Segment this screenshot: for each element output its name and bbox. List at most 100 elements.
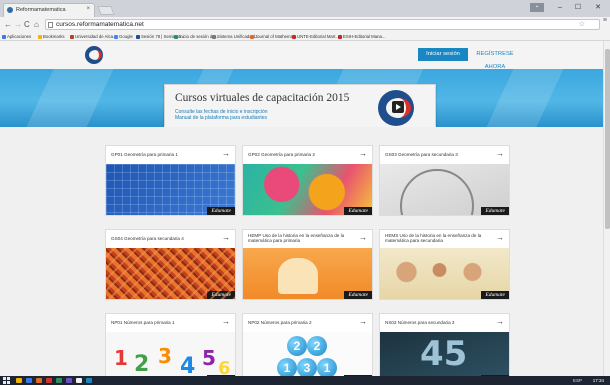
register-button[interactable]: REGÍSTRESE AHORA <box>470 48 520 70</box>
taskbar-app-icon[interactable] <box>36 378 42 383</box>
course-title: GP02 Geometría para primaria 2 <box>248 152 315 157</box>
course-card-header[interactable]: HEMP Uso de la historia en la enseñanza … <box>243 230 372 248</box>
course-image[interactable]: Edumate <box>380 248 509 299</box>
arrow-right-icon[interactable]: → <box>359 234 367 242</box>
number-graphic: 5 <box>202 346 216 370</box>
course-card[interactable]: NP01 Números para primaria 1 → 123456Eduma… <box>105 313 236 376</box>
arrow-right-icon[interactable]: → <box>222 150 230 158</box>
maximize-button[interactable]: ☐ <box>570 2 586 13</box>
arrow-right-icon[interactable]: → <box>359 150 367 158</box>
course-card[interactable]: GS04 Geometría para secundaria 4 → Edumate <box>105 229 236 300</box>
hero-banner: Cursos virtuales de capacitación 2015 Co… <box>0 69 603 127</box>
course-card[interactable]: NP02 Números para primaria 2 → 22131Edumat… <box>242 313 373 376</box>
bookmark-label: ESIH-Editorial Mana... <box>343 34 386 39</box>
page-scrollbar[interactable] <box>603 41 610 376</box>
course-card[interactable]: GP02 Geometría para primaria 2 → Edumate <box>242 145 373 216</box>
course-card-header[interactable]: GP01 Geometría para primaria 1 → <box>106 146 235 164</box>
course-title: GS04 Geometría para secundaria 4 <box>111 236 184 241</box>
arrow-right-icon[interactable]: → <box>496 150 504 158</box>
minimize-button[interactable]: – <box>552 2 568 13</box>
bookmark-icon <box>212 34 216 39</box>
course-card-header[interactable]: NP01 Números para primaria 1 → <box>106 314 235 332</box>
course-card-header[interactable]: GP02 Geometría para primaria 2 → <box>243 146 372 164</box>
site-logo-icon[interactable] <box>85 46 103 64</box>
taskbar-app-icon[interactable] <box>86 378 92 383</box>
bookmark-item[interactable]: ESIH-Editorial Mana... <box>338 34 386 39</box>
tab-title: Reformamatematica <box>16 7 66 13</box>
home-button[interactable]: ⌂ <box>34 19 39 30</box>
course-card-header[interactable]: GS04 Geometría para secundaria 4 → <box>106 230 235 248</box>
course-card-header[interactable]: HEMS Uso de la historia en la enseñanza … <box>380 230 509 248</box>
bookmark-icon <box>2 34 6 39</box>
bookmark-item[interactable]: Aplicaciones <box>2 34 31 39</box>
course-card[interactable]: GS03 Geometría para secundaria 3 → Edumate <box>379 145 510 216</box>
bookmark-label: Journal of Mathema... <box>255 34 297 39</box>
number-ball-graphic: 3 <box>297 358 317 376</box>
course-title: NP01 Números para primaria 1 <box>111 320 175 325</box>
browser-menu-icon[interactable]: ≡ <box>603 17 607 24</box>
bookmark-item[interactable]: Bookmarks <box>38 34 65 39</box>
taskbar-app-icon[interactable] <box>56 378 62 383</box>
play-video-icon[interactable] <box>392 101 404 113</box>
bookmark-icon <box>136 34 140 39</box>
login-button[interactable]: Iniciar sesión <box>418 48 468 61</box>
course-card[interactable]: HEMP Uso de la historia en la enseñanza … <box>242 229 373 300</box>
profile-button[interactable]: ▪ <box>530 3 544 12</box>
bookmark-label: UNTE-Editorial Mart... <box>297 34 340 39</box>
tray-language[interactable]: ESP <box>573 377 582 384</box>
forward-button[interactable]: → <box>14 19 22 30</box>
edumate-badge: Edumate <box>344 291 372 299</box>
hero-title: Cursos virtuales de capacitación 2015 <box>175 92 350 104</box>
manual-link[interactable]: Manual de la plataforma para estudiantes <box>175 115 267 121</box>
back-button[interactable]: ← <box>4 19 12 30</box>
course-image[interactable]: Edumate <box>243 248 372 299</box>
course-card-header[interactable]: NP02 Números para primaria 2 → <box>243 314 372 332</box>
arrow-right-icon[interactable]: → <box>496 318 504 326</box>
arrow-right-icon[interactable]: → <box>222 234 230 242</box>
taskbar-app-icon[interactable] <box>66 378 72 383</box>
edumate-badge: Edumate <box>207 207 235 215</box>
course-image[interactable]: Edumate <box>106 248 235 299</box>
browser-tab[interactable]: Reformamatematica × <box>3 3 95 17</box>
bookmark-icon <box>292 34 296 39</box>
course-card-header[interactable]: NS03 Números para secundaria 3 → <box>380 314 509 332</box>
bookmark-item[interactable]: Universidad de Alca... <box>70 34 117 39</box>
hero-card: Cursos virtuales de capacitación 2015 Co… <box>164 84 436 127</box>
taskbar-app-icon[interactable] <box>16 378 22 383</box>
browser-tab-bar: Reformamatematica × ▪ – ☐ ✕ <box>0 0 610 17</box>
address-bar[interactable]: cursos.reformamatematica.net ☆ <box>45 19 600 30</box>
arrow-right-icon[interactable]: → <box>496 234 504 242</box>
number-ball-graphic: 2 <box>307 336 327 356</box>
bookmark-item[interactable]: Google <box>114 34 133 39</box>
taskbar-app-icon[interactable] <box>26 378 32 383</box>
course-card[interactable]: HEMS Uso de la historia en la enseñanza … <box>379 229 510 300</box>
tab-close-icon[interactable]: × <box>86 6 90 12</box>
taskbar-app-icon[interactable] <box>76 378 82 383</box>
course-card[interactable]: GP01 Geometría para primaria 1 → Edumate <box>105 145 236 216</box>
taskbar-clock[interactable]: 17:34 <box>593 377 604 384</box>
address-bar-url: cursos.reformamatematica.net <box>56 21 144 28</box>
windows-start-icon[interactable] <box>3 377 10 384</box>
taskbar-app-icon[interactable] <box>46 378 52 383</box>
bookmark-item[interactable]: UNTE-Editorial Mart... <box>292 34 339 39</box>
course-image[interactable]: 22131Edumate <box>243 332 372 376</box>
arrow-right-icon[interactable]: → <box>359 318 367 326</box>
course-image[interactable]: Edumate <box>106 164 235 215</box>
close-window-button[interactable]: ✕ <box>590 2 606 13</box>
scrollbar-thumb[interactable] <box>605 49 610 229</box>
reload-button[interactable]: C <box>24 19 30 30</box>
bookmark-item[interactable]: Journal of Mathema... <box>250 34 297 39</box>
bookmark-icon <box>250 34 254 39</box>
course-image[interactable]: Edumate <box>380 164 509 215</box>
course-card[interactable]: NS03 Números para secundaria 3 → 45Edumate <box>379 313 510 376</box>
course-image[interactable]: Edumate <box>243 164 372 215</box>
new-tab-button[interactable] <box>97 6 115 15</box>
web-page: Iniciar sesión REGÍSTRESE AHORA Cursos v… <box>0 41 603 376</box>
course-card-header[interactable]: GS03 Geometría para secundaria 3 → <box>380 146 509 164</box>
bookmark-icon <box>338 34 342 39</box>
course-image[interactable]: 45Edumate <box>380 332 509 376</box>
arrow-right-icon[interactable]: → <box>222 318 230 326</box>
course-image[interactable]: 123456Edumate <box>106 332 235 376</box>
hero-decoration <box>26 69 114 127</box>
bookmark-star-icon[interactable]: ☆ <box>579 20 585 29</box>
